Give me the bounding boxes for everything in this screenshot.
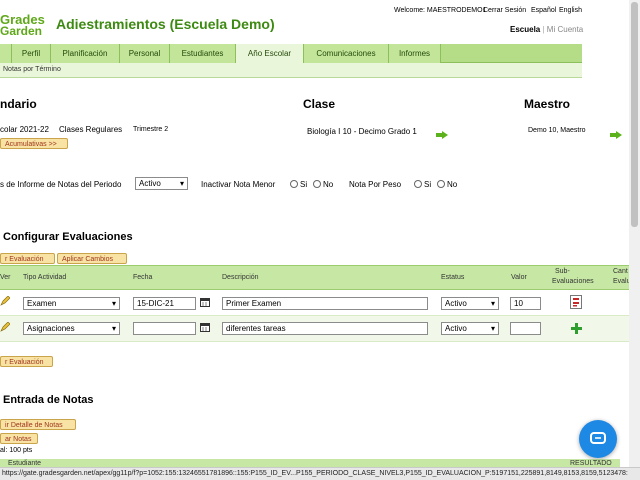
- weight-yes-text: Si: [424, 180, 432, 189]
- report-status-select[interactable]: Activo: [135, 177, 188, 190]
- inactivate-yes-text: Si: [300, 180, 308, 189]
- tab-ano-escolar[interactable]: Año Escolar: [236, 44, 304, 64]
- inactivate-no-radio[interactable]: No: [313, 180, 333, 189]
- save-grades-button[interactable]: ar Notas: [0, 433, 38, 444]
- col-valor: Valor: [511, 274, 527, 281]
- config-title: Configurar Evaluaciones: [3, 231, 133, 243]
- tab-planificacion[interactable]: Planificación: [51, 44, 120, 63]
- pencil-icon[interactable]: [0, 322, 10, 332]
- cumulative-button[interactable]: Acumulativas >>: [0, 138, 68, 149]
- weight-no-text: No: [447, 180, 458, 189]
- app-title: Adiestramientos (Escuela Demo): [56, 16, 275, 32]
- tab-estudiantes[interactable]: Estudiantes: [170, 44, 236, 63]
- tab-personal[interactable]: Personal: [120, 44, 170, 63]
- browser-status-bar: https://gate.gradesgarden.net/apex/gg11p…: [0, 467, 640, 480]
- teacher-heading: Maestro: [524, 97, 571, 111]
- weight-yes-radio[interactable]: Si: [414, 180, 431, 189]
- sub-evaluations-doc-icon[interactable]: [570, 295, 582, 309]
- subnav-bar: [0, 63, 582, 78]
- logout-link[interactable]: Cerrar Sesión: [483, 7, 526, 14]
- grade-detail-button[interactable]: ir Detalle de Notas: [0, 419, 76, 430]
- total-points: al: 100 pts: [0, 447, 33, 454]
- calendar-heading: ndario: [0, 97, 37, 111]
- add-sub-evaluation-icon[interactable]: [571, 323, 582, 334]
- row1-status-select[interactable]: Activo: [441, 297, 499, 310]
- table-header: [0, 265, 640, 290]
- class-type: Clases Regulares: [59, 125, 123, 134]
- calendar-icon[interactable]: [200, 322, 210, 332]
- school-link[interactable]: Escuela: [510, 25, 540, 34]
- teacher-name: Demo 10, Maestro: [528, 127, 586, 134]
- row2-status-select[interactable]: Activo: [441, 322, 499, 335]
- row2-value-input[interactable]: [510, 322, 541, 335]
- col-student: Estudiante: [8, 460, 42, 467]
- col-cant-line1: Cant: [613, 268, 628, 275]
- row1-type-select[interactable]: Examen: [23, 297, 120, 310]
- school-year: colar 2021-22: [0, 125, 49, 134]
- inactivate-no-text: No: [323, 180, 334, 189]
- grades-title: Entrada de Notas: [3, 394, 94, 406]
- separator: |: [542, 25, 545, 34]
- col-sub-line2: Evaluaciones: [552, 278, 594, 285]
- inactivate-yes-radio[interactable]: Si: [290, 180, 307, 189]
- radio-icon: [437, 180, 445, 188]
- row1-value-input[interactable]: 10: [510, 297, 541, 310]
- tab-hidden[interactable]: [0, 44, 12, 63]
- weight-no-radio[interactable]: No: [437, 180, 457, 189]
- row2-description-input[interactable]: diferentes tareas: [222, 322, 428, 335]
- col-estatus: Estatus: [441, 274, 465, 281]
- chat-button[interactable]: [579, 420, 617, 458]
- col-fecha: Fecha: [133, 274, 153, 281]
- class-heading: Clase: [303, 97, 336, 111]
- col-result: RESULTADO: [570, 460, 612, 467]
- term: Trimestre 2: [133, 126, 169, 133]
- scrollbar-thumb[interactable]: [631, 2, 638, 227]
- add-evaluation-bottom-button[interactable]: r Evaluación: [0, 356, 53, 367]
- row1-description-input[interactable]: Primer Examen: [222, 297, 428, 310]
- class-name: Biología I 10 - Decimo Grado 1: [307, 127, 417, 136]
- row1-date-input[interactable]: 15-DIC-21: [133, 297, 196, 310]
- my-account-link[interactable]: Mi Cuenta: [547, 25, 583, 34]
- calendar-icon[interactable]: [200, 297, 210, 307]
- tab-comunicaciones[interactable]: Comunicaciones: [304, 44, 389, 63]
- add-evaluation-button[interactable]: r Evaluación: [0, 253, 55, 264]
- row2-type-select[interactable]: Asignaciones: [23, 322, 120, 335]
- chat-bubble-icon: [590, 432, 606, 444]
- col-ver: Ver: [0, 274, 11, 281]
- radio-icon: [414, 180, 422, 188]
- row2-date-input[interactable]: [133, 322, 196, 335]
- tab-informes[interactable]: Informes: [389, 44, 441, 63]
- welcome-text: Welcome: MAESTRODEMO1: [394, 7, 487, 14]
- pencil-icon[interactable]: [0, 296, 10, 306]
- col-descripcion: Descripción: [222, 274, 259, 281]
- lang-es-link[interactable]: Español: [531, 7, 556, 14]
- col-tipo: Tipo Actividad: [23, 274, 67, 281]
- class-arrow-icon[interactable]: [436, 130, 448, 139]
- subnav-item-notas[interactable]: Notas por Término: [3, 66, 61, 73]
- logo-garden: Garden: [0, 24, 43, 38]
- report-status-label: s de Informe de Notas del Periodo: [0, 180, 122, 189]
- inactivate-label: Inactivar Nota Menor: [201, 180, 276, 189]
- col-sub-line1: Sub-: [555, 268, 570, 275]
- weight-label: Nota Por Peso: [349, 180, 402, 189]
- radio-icon: [290, 180, 298, 188]
- apply-changes-button[interactable]: Aplicar Cambios: [57, 253, 127, 264]
- tab-perfil[interactable]: Perfil: [12, 44, 51, 63]
- radio-icon: [313, 180, 321, 188]
- teacher-arrow-icon[interactable]: [610, 130, 623, 139]
- lang-en-link[interactable]: English: [559, 7, 582, 14]
